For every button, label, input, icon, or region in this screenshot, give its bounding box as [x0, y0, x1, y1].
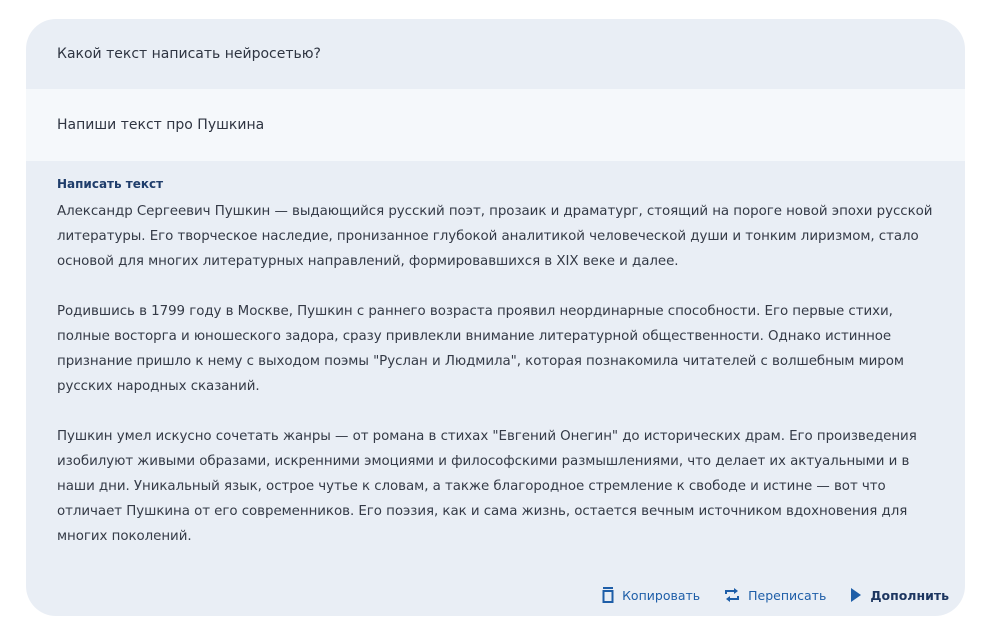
result-paragraph-3: Пушкин умел искусно сочетать жанры — от … [57, 429, 917, 544]
chat-card: Какой текст написать нейросетью? Напиши … [26, 19, 965, 616]
result-paragraph-2: Родившись в 1799 году в Москве, Пушкин с… [57, 304, 904, 394]
question-label: Какой текст написать нейросетью? [57, 46, 321, 62]
rewrite-button[interactable]: Переписать [724, 588, 826, 603]
continue-label: Дополнить [870, 587, 949, 603]
prompt-message: Напиши текст про Пушкина [26, 89, 965, 161]
play-icon [850, 588, 862, 602]
copy-button[interactable]: Копировать [602, 587, 700, 603]
rewrite-label: Переписать [748, 587, 827, 603]
copy-label: Копировать [622, 587, 701, 603]
result-paragraph-1: Александр Сергеевич Пушкин — выдающийся … [57, 204, 933, 269]
result-actions: Копировать Переписать Дополнить [602, 587, 949, 603]
result-title: Написать текст [57, 177, 164, 191]
repeat-icon [724, 588, 740, 602]
continue-button[interactable]: Дополнить [850, 588, 949, 603]
result-section: Написать текст Александр Сергеевич Пушки… [26, 161, 965, 549]
copy-icon [602, 587, 614, 603]
prompt-text: Напиши текст про Пушкина [57, 117, 265, 133]
